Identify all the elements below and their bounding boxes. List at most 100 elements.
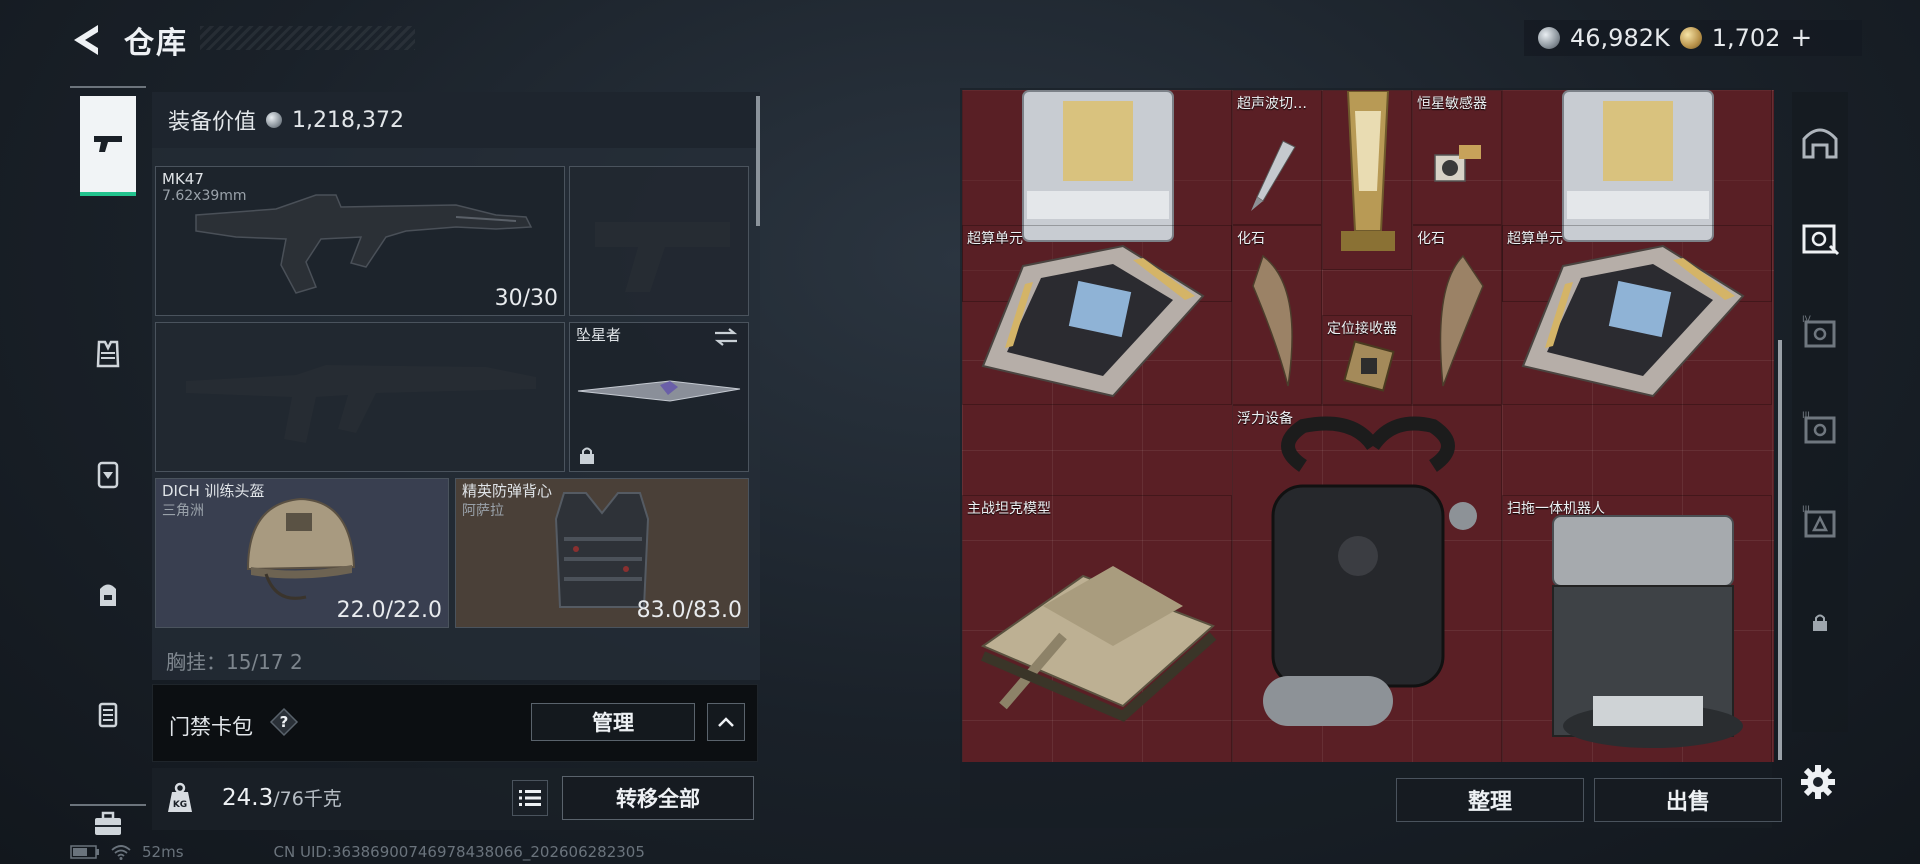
storage-item[interactable]: 浮力设备 bbox=[1232, 405, 1502, 762]
melee-name: 坠星者 bbox=[576, 326, 622, 344]
storage-tab-iii-b[interactable]: III bbox=[1800, 502, 1840, 542]
storage-scrollbar[interactable] bbox=[1778, 340, 1782, 760]
safe-box-icon bbox=[1802, 224, 1840, 256]
vest-durability: 83.0/83.0 bbox=[636, 598, 742, 623]
nav-armor[interactable] bbox=[78, 324, 138, 384]
gold-currency-amount: 1,702 bbox=[1711, 24, 1781, 52]
rifle-placeholder-icon bbox=[186, 365, 536, 443]
cutter-tool-icon bbox=[1251, 140, 1296, 211]
storage-tab-iii-a[interactable]: III bbox=[1800, 408, 1840, 448]
sensor-icon bbox=[1434, 145, 1481, 182]
gold-coin-icon bbox=[1679, 27, 1702, 49]
storage-item[interactable]: 化石 bbox=[1412, 225, 1502, 405]
settings-gear-icon[interactable] bbox=[1798, 762, 1838, 802]
max-weight: /76千克 bbox=[273, 788, 342, 810]
storage-item[interactable]: 定位接收器 bbox=[1322, 315, 1412, 405]
loadout-panel: 装备价值 1,218,372 MK47 7.62x39mm 30/30 坠星者 bbox=[152, 92, 760, 680]
silver-coin-icon bbox=[1538, 27, 1560, 49]
circuit-board-icon bbox=[1521, 244, 1745, 398]
vest-icon bbox=[96, 340, 120, 368]
storage-tab-locked[interactable] bbox=[1800, 602, 1840, 642]
chest-rig-row[interactable]: 胸挂：15/17 2 bbox=[152, 646, 752, 680]
list-icon bbox=[519, 790, 541, 806]
sell-button[interactable]: 出售 bbox=[1594, 778, 1782, 822]
pouch-icon bbox=[98, 702, 118, 728]
storage-tab-2[interactable] bbox=[1800, 218, 1840, 258]
equipment-value: 1,218,372 bbox=[292, 107, 404, 133]
backpack-icon bbox=[100, 584, 116, 606]
swap-icon[interactable] bbox=[712, 327, 740, 347]
equipment-value-row: 装备价值 1,218,372 bbox=[152, 92, 760, 148]
armor-vest-slot[interactable]: 精英防弹背心 阿萨拉 83.0/83.0 bbox=[455, 478, 749, 628]
lock-icon bbox=[1813, 614, 1827, 631]
transfer-all-button[interactable]: 转移全部 bbox=[562, 776, 754, 820]
silver-coin-icon bbox=[266, 112, 283, 128]
fossil-claw-icon bbox=[1252, 254, 1293, 387]
equipment-value-label: 装备价值 bbox=[168, 110, 257, 135]
fossil-claw-icon bbox=[1439, 254, 1484, 387]
tank-model-icon bbox=[980, 566, 1217, 722]
title-decoration bbox=[200, 26, 415, 50]
loadout-scrollbar[interactable] bbox=[756, 96, 760, 226]
sort-button[interactable]: 整理 bbox=[1396, 778, 1584, 822]
storage-tabs: IV III III bbox=[1792, 92, 1848, 732]
nav-pouch[interactable] bbox=[78, 684, 138, 744]
nav-weapons[interactable] bbox=[80, 96, 136, 196]
primary-weapon-caliber: 7.62x39mm bbox=[162, 188, 247, 204]
left-category-nav bbox=[70, 86, 146, 835]
safe-box-iii-icon: III bbox=[1802, 505, 1836, 538]
battery-icon bbox=[70, 845, 99, 859]
page-title: 仓库 bbox=[124, 26, 188, 61]
storage-item[interactable]: 超声波切… bbox=[1232, 90, 1322, 225]
nav-backpack[interactable] bbox=[78, 564, 138, 624]
list-view-button[interactable] bbox=[512, 780, 548, 816]
svg-text:IV: IV bbox=[1802, 315, 1812, 325]
receiver-chip-icon bbox=[1343, 340, 1395, 392]
carry-weight: 24.3/76千克 bbox=[222, 784, 342, 811]
silver-currency-amount: 46,982K bbox=[1570, 24, 1670, 52]
pistol-placeholder-icon bbox=[595, 222, 730, 292]
weight-bar: KG 24.3/76千克 转移全部 bbox=[152, 768, 760, 830]
help-icon[interactable]: ? bbox=[269, 707, 299, 737]
status-line: 52ms CN UID:3638690074697843806​6_202606… bbox=[70, 843, 645, 861]
safe-box-iii-icon: III bbox=[1802, 411, 1836, 444]
current-weight: 24.3 bbox=[222, 785, 274, 811]
manage-button[interactable]: 管理 bbox=[531, 703, 695, 741]
storage-item[interactable]: 主战坦克模型 bbox=[962, 495, 1232, 762]
lock-icon bbox=[580, 447, 594, 464]
storage-item[interactable] bbox=[1322, 90, 1412, 270]
storage-item[interactable]: 超算单元 bbox=[962, 225, 1232, 405]
storage-item[interactable]: 化石 bbox=[1232, 225, 1322, 405]
chevron-up-icon bbox=[718, 717, 734, 727]
pistol-icon bbox=[94, 136, 122, 152]
add-currency-button[interactable]: + bbox=[1790, 23, 1812, 53]
nav-chest-rig[interactable] bbox=[78, 444, 138, 504]
robot-vacuum-icon bbox=[1552, 515, 1743, 748]
storage-item[interactable]: 超算单元 bbox=[1502, 225, 1772, 405]
back-arrow-icon[interactable] bbox=[68, 22, 108, 58]
kg-label: KG bbox=[173, 800, 187, 810]
warehouse-icon bbox=[1802, 128, 1838, 159]
circuit-board-icon bbox=[981, 244, 1205, 398]
primary-ammo-count: 30/30 bbox=[494, 286, 558, 311]
pistol-slot[interactable] bbox=[569, 166, 749, 316]
storage-item[interactable]: 恒星敏感器 bbox=[1412, 90, 1502, 225]
svg-text:III: III bbox=[1802, 505, 1810, 515]
secondary-weapon-slot[interactable] bbox=[155, 322, 565, 472]
primary-weapon-slot[interactable]: MK47 7.62x39mm 30/30 bbox=[155, 166, 565, 316]
melee-slot[interactable]: 坠星者 bbox=[569, 322, 749, 472]
storage-tab-main[interactable] bbox=[1800, 122, 1840, 162]
collapse-button[interactable] bbox=[707, 703, 745, 741]
storage-grid: 超声波切… 恒星敏感器 超算单元 化石 化石 定位接收器 超算单元 浮力设备 主… bbox=[962, 90, 1774, 762]
access-card-pack-bar: 门禁卡包 ? 管理 bbox=[152, 684, 758, 762]
safe-box-iv-icon: IV bbox=[1802, 315, 1836, 348]
uid-text: CN UID:3638690074697843806​6_20260628230… bbox=[273, 843, 645, 861]
helmet-origin: 三角洲 bbox=[162, 503, 204, 519]
help-glyph: ? bbox=[280, 713, 289, 731]
primary-weapon-name: MK47 bbox=[162, 170, 204, 188]
storage-tab-iv[interactable]: IV bbox=[1800, 312, 1840, 352]
storage-item[interactable]: 扫拖一体机器人 bbox=[1502, 495, 1772, 762]
trophy-icon bbox=[1341, 91, 1395, 251]
currency-bar: 46,982K 1,702 + bbox=[1524, 20, 1862, 56]
helmet-slot[interactable]: DICH 训练头盔 三角洲 22.0/22.0 bbox=[155, 478, 449, 628]
